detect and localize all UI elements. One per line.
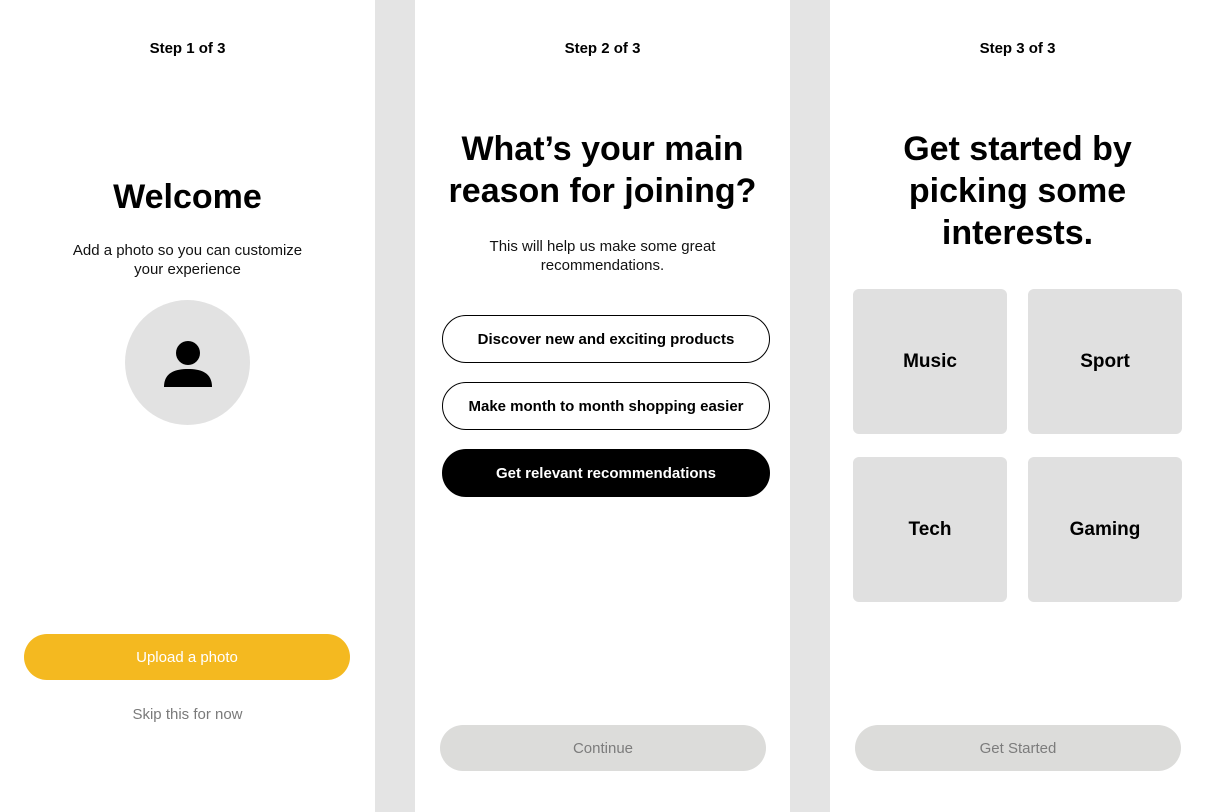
person-icon xyxy=(163,340,212,387)
option-easier-shopping[interactable]: Make month to month shopping easier xyxy=(442,382,770,430)
subtitle-text: Add a photo so you can customize your ex… xyxy=(72,242,303,278)
step-indicator: Step 2 of 3 xyxy=(564,40,641,57)
option-discover-products[interactable]: Discover new and exciting products xyxy=(442,315,770,363)
subtitle-text: This will help us make some great recomm… xyxy=(489,238,716,274)
continue-button[interactable]: Continue xyxy=(440,725,766,771)
page-title: Welcome xyxy=(113,178,262,216)
interest-tile-music[interactable]: Music xyxy=(853,289,1007,434)
page-title: What’s your main reason for joining? xyxy=(448,130,757,210)
page-subtitle: This will help us make some great recomm… xyxy=(415,237,790,275)
interest-tile-tech[interactable]: Tech xyxy=(853,457,1007,602)
option-relevant-recommendations[interactable]: Get relevant recommendations xyxy=(442,449,770,497)
page-title: Get started by picking some interests. xyxy=(830,128,1205,254)
skip-link[interactable]: Skip this for now xyxy=(0,706,375,723)
interests-screen: Step 3 of 3 Get started by picking some … xyxy=(830,0,1205,812)
upload-photo-button[interactable]: Upload a photo xyxy=(24,634,350,680)
title-text: Get started by picking some interests. xyxy=(903,130,1132,252)
welcome-screen: Step 1 of 3 Welcome Add a photo so you c… xyxy=(0,0,375,812)
get-started-button[interactable]: Get Started xyxy=(855,725,1181,771)
step-indicator: Step 3 of 3 xyxy=(979,40,1056,57)
avatar-placeholder[interactable] xyxy=(125,300,250,425)
interest-tile-gaming[interactable]: Gaming xyxy=(1028,457,1182,602)
page-subtitle: Add a photo so you can customize your ex… xyxy=(0,241,375,279)
step-indicator: Step 1 of 3 xyxy=(149,40,226,57)
interest-tile-sport[interactable]: Sport xyxy=(1028,289,1182,434)
reason-screen: Step 2 of 3 What’s your main reason for … xyxy=(415,0,790,812)
